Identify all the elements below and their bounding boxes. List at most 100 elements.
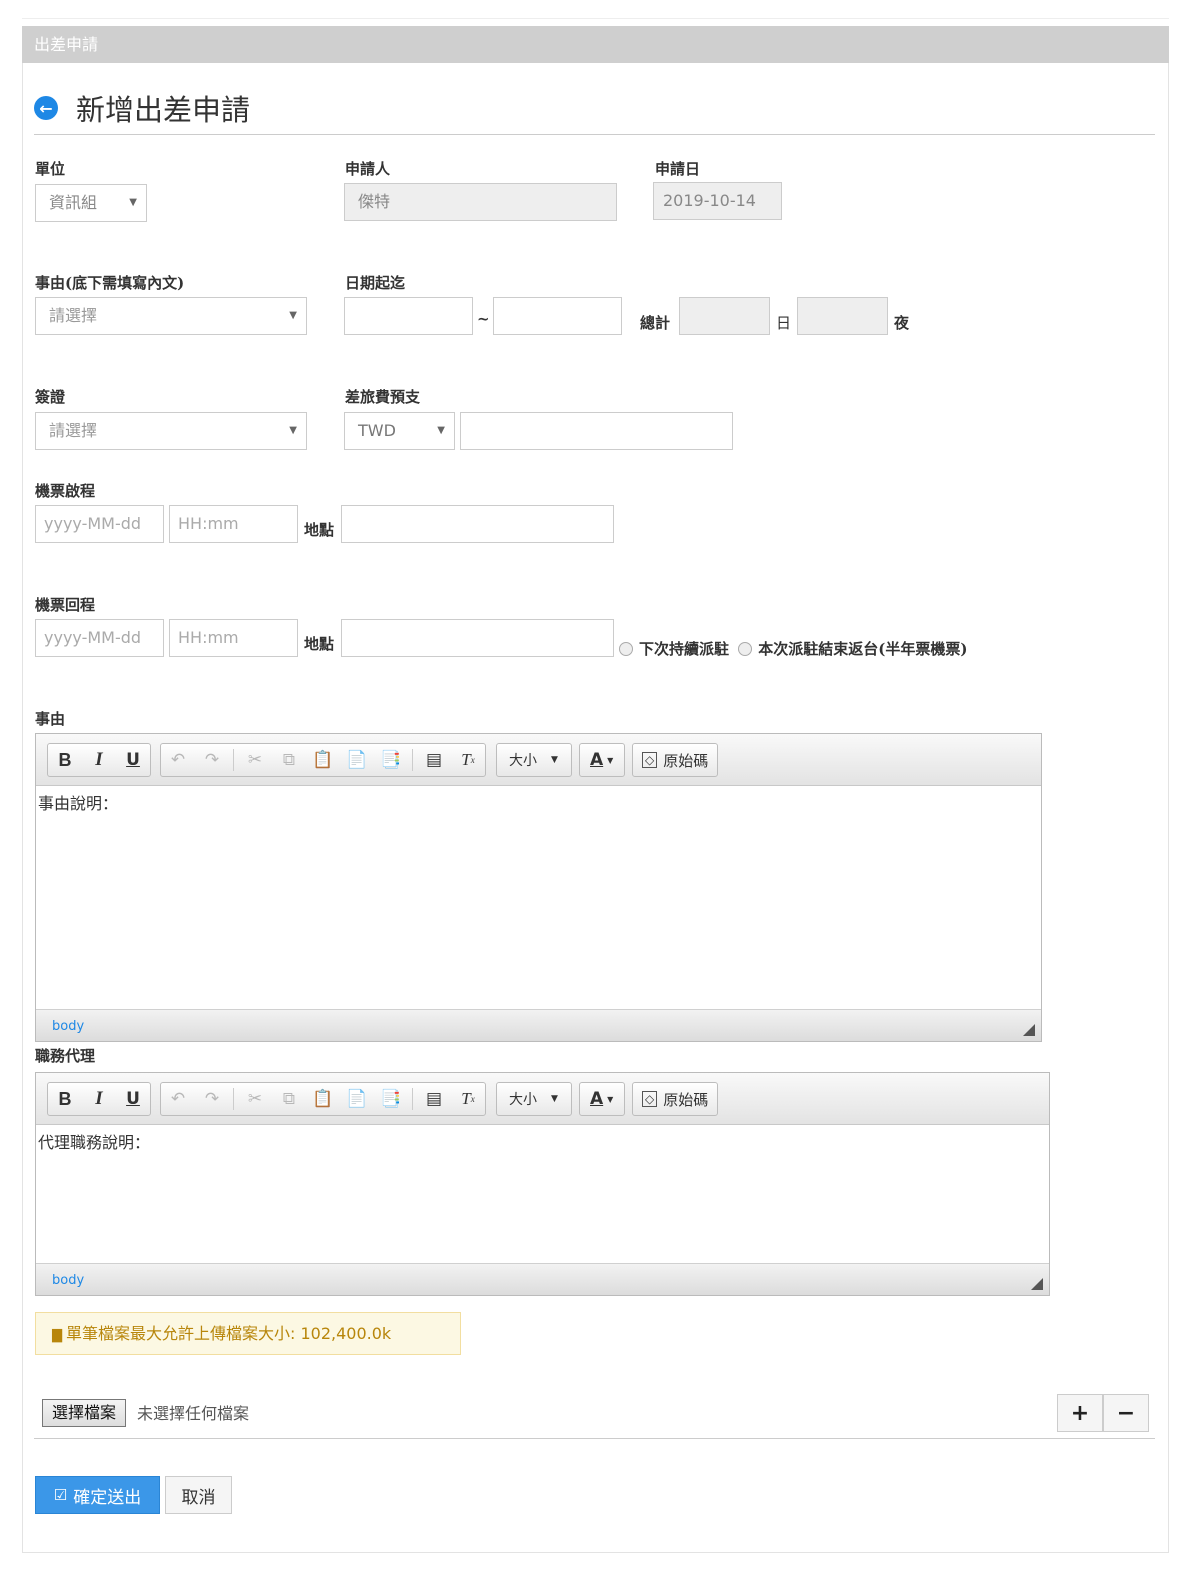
redo-icon[interactable]: ↷ <box>195 1083 229 1115</box>
italic-button[interactable]: I <box>82 1083 116 1115</box>
end-date-input[interactable] <box>493 297 622 335</box>
start-date-input[interactable] <box>344 297 473 335</box>
source-button[interactable]: ◇ 原始碼 <box>632 743 718 777</box>
caret-down-icon: ▼ <box>607 755 614 765</box>
chevron-down-icon: ▼ <box>129 197 137 208</box>
font-size-dropdown[interactable]: 大小 ▼ <box>496 743 572 777</box>
text-color-dropdown[interactable]: A ▼ <box>579 1082 625 1116</box>
toolbar-separator <box>233 1088 234 1110</box>
top-divider <box>22 18 1169 19</box>
reason-editor: B I U ↶ ↷ ✂ ⧉ 📋 📄 📑 ▤ Tx 大小 ▼ A ▼ ◇ 原始碼 <box>35 733 1042 1042</box>
visa-select[interactable]: 請選擇 ▼ <box>35 412 307 450</box>
title-divider <box>34 134 1155 135</box>
source-button[interactable]: ◇ 原始碼 <box>632 1082 718 1116</box>
return-date-input[interactable]: yyyy-MM-dd <box>35 619 164 657</box>
currency-select[interactable]: TWD ▼ <box>344 412 455 450</box>
check-square-icon: ☑ <box>53 1486 68 1504</box>
text-color-icon: A <box>590 750 604 770</box>
total-label: 總計 <box>640 314 671 332</box>
element-path[interactable]: body <box>52 1273 84 1288</box>
advance-label: 差旅費預支 <box>345 388 421 406</box>
return-time-input[interactable]: HH:mm <box>169 619 298 657</box>
return-label: 機票回程 <box>35 596 96 614</box>
paste-text-icon[interactable]: 📄 <box>340 744 374 776</box>
paste-icon[interactable]: 📋 <box>306 744 340 776</box>
source-code-icon: ◇ <box>642 752 658 768</box>
italic-button[interactable]: I <box>82 744 116 776</box>
caret-down-icon: ▼ <box>551 1094 558 1104</box>
source-code-icon: ◇ <box>642 1091 658 1107</box>
return-place-label: 地點 <box>304 635 335 653</box>
underline-button[interactable]: U <box>116 744 150 776</box>
copy-icon[interactable]: ⧉ <box>272 744 306 776</box>
format-group: B I U <box>47 743 151 777</box>
depart-time-input[interactable]: HH:mm <box>169 505 298 543</box>
advance-amount-input[interactable] <box>460 412 733 450</box>
bold-button[interactable]: B <box>48 744 82 776</box>
remove-format-icon[interactable]: Tx <box>451 744 485 776</box>
applicant-field: 傑特 <box>344 183 617 221</box>
total-days-field <box>679 297 770 335</box>
depart-place-label: 地點 <box>304 521 335 539</box>
submit-button[interactable]: ☑ 確定送出 <box>35 1476 160 1514</box>
radio-continue-posting[interactable] <box>619 642 633 656</box>
chevron-down-icon: ▼ <box>289 425 297 436</box>
remove-format-icon[interactable]: Tx <box>451 1083 485 1115</box>
title-row: ← 新增出差申請 <box>34 88 250 128</box>
unit-label: 單位 <box>35 160 66 178</box>
remove-file-button[interactable]: − <box>1103 1394 1149 1432</box>
no-file-text: 未選擇任何檔案 <box>137 1404 250 1423</box>
depart-date-input[interactable]: yyyy-MM-dd <box>35 505 164 543</box>
element-path[interactable]: body <box>52 1019 84 1034</box>
undo-icon[interactable]: ↶ <box>161 744 195 776</box>
paste-text-icon[interactable]: 📄 <box>340 1083 374 1115</box>
date-separator: ~ <box>477 310 490 328</box>
nights-label: 夜 <box>894 314 910 332</box>
editor-statusbar: body <box>36 1009 1041 1041</box>
format-paint-icon[interactable]: ▤ <box>417 744 451 776</box>
agent-editor: B I U ↶ ↷ ✂ ⧉ 📋 📄 📑 ▤ Tx 大小 ▼ A ▼ ◇ 原始碼 <box>35 1072 1050 1296</box>
reason-editor-content[interactable]: 事由說明： <box>36 786 1041 818</box>
format-paint-icon[interactable]: ▤ <box>417 1083 451 1115</box>
editor-statusbar: body <box>36 1263 1049 1295</box>
visa-label: 簽證 <box>35 388 66 406</box>
upload-divider <box>34 1438 1155 1439</box>
cut-icon[interactable]: ✂ <box>238 744 272 776</box>
cancel-button[interactable]: 取消 <box>165 1476 232 1514</box>
font-size-dropdown[interactable]: 大小 ▼ <box>496 1082 572 1116</box>
redo-icon[interactable]: ↷ <box>195 744 229 776</box>
radio-end-posting[interactable] <box>738 642 753 656</box>
depart-label: 機票啟程 <box>35 482 96 500</box>
arrow-left-circle-icon[interactable]: ← <box>34 96 58 120</box>
copy-icon[interactable]: ⧉ <box>272 1083 306 1115</box>
paste-word-icon[interactable]: 📑 <box>374 744 408 776</box>
visa-value: 請選擇 <box>49 421 98 440</box>
unit-select[interactable]: 資訊組 ▼ <box>35 184 147 222</box>
date-range-label: 日期起迄 <box>345 274 406 292</box>
reason-type-label: 事由(底下需填寫內文) <box>35 274 185 292</box>
agent-editor-content[interactable]: 代理職務說明： <box>36 1125 1049 1157</box>
text-color-dropdown[interactable]: A ▼ <box>579 743 625 777</box>
currency-value: TWD <box>358 421 396 440</box>
upload-notice-text: 單筆檔案最大允許上傳檔案大小: 102,400.0k <box>66 1324 392 1343</box>
underline-button[interactable]: U <box>116 1083 150 1115</box>
cut-icon[interactable]: ✂ <box>238 1083 272 1115</box>
apply-date-label: 申請日 <box>655 160 701 178</box>
editor-toolbar: B I U ↶ ↷ ✂ ⧉ 📋 📄 📑 ▤ Tx 大小 ▼ A ▼ ◇ 原始碼 <box>36 734 1041 786</box>
apply-date-field: 2019-10-14 <box>653 182 782 220</box>
resize-grip-icon[interactable] <box>1031 1278 1043 1290</box>
unit-value: 資訊組 <box>49 193 98 212</box>
paste-icon[interactable]: 📋 <box>306 1083 340 1115</box>
bold-button[interactable]: B <box>48 1083 82 1115</box>
edit-group: ↶ ↷ ✂ ⧉ 📋 📄 📑 ▤ Tx <box>160 1082 486 1116</box>
reason-editor-label: 事由 <box>35 710 66 728</box>
depart-place-input[interactable] <box>341 505 614 543</box>
choose-file-button[interactable]: 選擇檔案 <box>42 1399 127 1427</box>
resize-grip-icon[interactable] <box>1023 1024 1035 1036</box>
paste-word-icon[interactable]: 📑 <box>374 1083 408 1115</box>
undo-icon[interactable]: ↶ <box>161 1083 195 1115</box>
return-place-input[interactable] <box>341 619 614 657</box>
editor-toolbar: B I U ↶ ↷ ✂ ⧉ 📋 📄 📑 ▤ Tx 大小 ▼ A ▼ ◇ 原始碼 <box>36 1073 1049 1125</box>
add-file-button[interactable]: + <box>1057 1394 1103 1432</box>
reason-type-select[interactable]: 請選擇 ▼ <box>35 297 307 335</box>
